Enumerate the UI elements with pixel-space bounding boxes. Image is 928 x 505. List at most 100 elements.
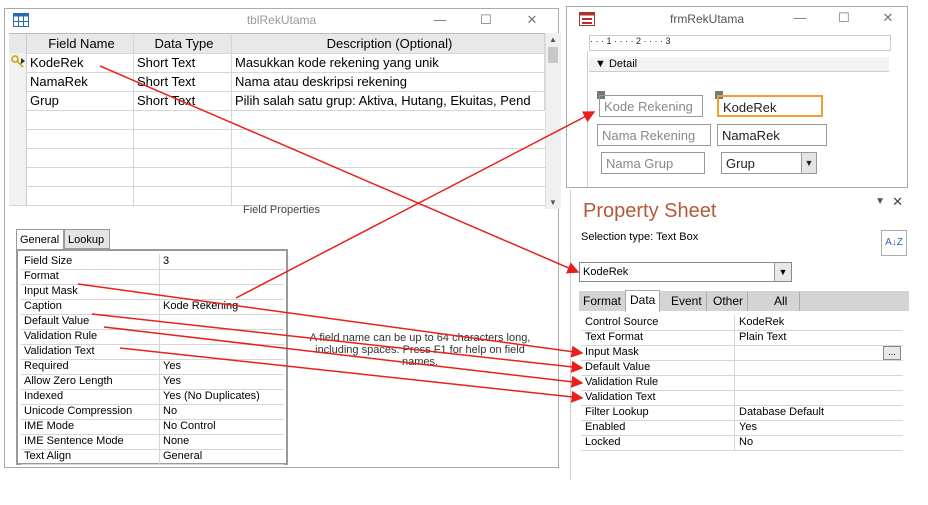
minimize-button[interactable]: — <box>425 11 455 29</box>
field-name-cell[interactable]: Grup <box>27 91 134 110</box>
grid-scrollbar[interactable]: ▲ ▼ <box>545 33 561 209</box>
property-row[interactable]: IME Sentence Mode None <box>21 434 284 450</box>
property-row[interactable]: Text Format Plain Text <box>581 330 903 346</box>
property-value[interactable]: No Control <box>159 419 287 434</box>
row-selector[interactable] <box>9 72 27 91</box>
property-row[interactable]: IME Mode No Control <box>21 419 284 435</box>
table-row-empty[interactable] <box>9 148 545 168</box>
property-row[interactable]: Locked No <box>581 435 903 451</box>
property-row[interactable]: Validation Rule <box>21 329 284 345</box>
tab-lookup[interactable]: Lookup <box>64 229 110 249</box>
table-row-empty[interactable] <box>9 186 545 206</box>
property-value[interactable]: No <box>159 404 287 419</box>
property-row[interactable]: Allow Zero Length Yes <box>21 374 284 390</box>
row-selector[interactable] <box>9 53 27 72</box>
tab-event[interactable]: Event <box>667 292 707 311</box>
property-value[interactable]: Yes <box>159 359 287 374</box>
property-value[interactable]: 3 <box>159 254 287 269</box>
row-selector[interactable] <box>9 186 27 205</box>
row-selector[interactable] <box>9 110 27 129</box>
close-button[interactable]: ✕ <box>517 11 547 29</box>
row-selector[interactable] <box>9 91 27 110</box>
close-button[interactable]: ✕ <box>873 9 903 27</box>
property-value[interactable]: No <box>734 435 899 450</box>
property-row[interactable]: Field Size 3 <box>21 254 284 270</box>
build-button[interactable]: ... <box>883 346 901 360</box>
field-name-cell[interactable]: KodeRek <box>27 53 134 72</box>
property-value[interactable]: Database Default <box>734 405 899 420</box>
property-row[interactable]: Default Value <box>21 314 284 330</box>
scroll-thumb[interactable] <box>548 47 558 63</box>
chevron-down-icon[interactable]: ▼ <box>875 196 885 207</box>
property-row[interactable]: Indexed Yes (No Duplicates) <box>21 389 284 405</box>
property-value[interactable] <box>734 375 899 390</box>
property-value[interactable] <box>159 284 287 299</box>
property-value[interactable] <box>159 269 287 284</box>
property-row[interactable]: Text Align General <box>21 449 284 465</box>
tab-all[interactable]: All <box>762 292 801 311</box>
property-row[interactable]: Validation Rule <box>581 375 903 391</box>
tab-data[interactable]: Data <box>625 290 661 312</box>
table-row[interactable]: Grup Short Text Pilih salah satu grup: A… <box>9 91 545 111</box>
tab-general[interactable]: General <box>16 229 64 251</box>
data-type-cell[interactable]: Short Text <box>134 72 232 91</box>
property-value[interactable]: General <box>159 449 287 464</box>
detail-section-bar[interactable]: ▼ Detail <box>589 57 889 72</box>
scroll-up-icon[interactable]: ▲ <box>549 35 557 44</box>
label-nama-rekening[interactable]: Nama Rekening <box>597 124 711 146</box>
property-row[interactable]: Enabled Yes <box>581 420 903 436</box>
property-value[interactable] <box>734 345 899 360</box>
row-selector[interactable] <box>9 129 27 148</box>
table-row-empty[interactable] <box>9 167 545 187</box>
property-row[interactable]: Control Source KodeRek <box>581 315 903 331</box>
property-row[interactable]: Input Mask... <box>581 345 903 361</box>
property-row[interactable]: Default Value <box>581 360 903 376</box>
property-value[interactable]: KodeRek <box>734 315 899 330</box>
property-row[interactable]: Validation Text <box>21 344 284 360</box>
label-kode-rekening[interactable]: Kode Rekening <box>599 95 703 117</box>
property-value[interactable]: Plain Text <box>734 330 899 345</box>
property-row[interactable]: Format <box>21 269 284 285</box>
description-cell[interactable]: Pilih salah satu grup: Aktiva, Hutang, E… <box>232 91 545 110</box>
description-cell[interactable]: Nama atau deskripsi rekening <box>232 72 545 91</box>
property-value[interactable] <box>734 360 899 375</box>
property-value[interactable]: Yes <box>159 374 287 389</box>
property-row[interactable]: Input Mask <box>21 284 284 300</box>
selection-combobox[interactable]: KodeRek ▼ <box>579 262 792 282</box>
sort-icon[interactable]: A↓Z <box>881 230 907 256</box>
property-value[interactable] <box>159 314 287 329</box>
row-selector[interactable] <box>9 148 27 167</box>
property-row[interactable]: Caption Kode Rekening <box>21 299 284 315</box>
textbox-koderek[interactable]: KodeRek <box>717 95 823 117</box>
field-name-cell[interactable]: NamaRek <box>27 72 134 91</box>
property-row[interactable]: Required Yes <box>21 359 284 375</box>
chevron-down-icon[interactable]: ▼ <box>774 263 791 281</box>
minimize-button[interactable]: — <box>785 9 815 27</box>
property-row[interactable]: Unicode Compression No <box>21 404 284 420</box>
table-row-empty[interactable] <box>9 110 545 130</box>
description-cell[interactable]: Masukkan kode rekening yang unik <box>232 53 545 72</box>
tab-format[interactable]: Format <box>579 292 627 311</box>
property-row[interactable]: Filter Lookup Database Default <box>581 405 903 421</box>
label-nama-grup[interactable]: Nama Grup <box>601 152 705 174</box>
table-row[interactable]: NamaRek Short Text Nama atau deskripsi r… <box>9 72 545 92</box>
table-row[interactable]: KodeRek Short Text Masukkan kode rekenin… <box>9 53 545 73</box>
maximize-button[interactable]: ☐ <box>471 11 501 29</box>
close-icon[interactable]: ✕ <box>892 194 903 210</box>
combobox-grup[interactable]: Grup ▼ <box>721 152 817 174</box>
data-type-cell[interactable]: Short Text <box>134 91 232 110</box>
table-row-empty[interactable] <box>9 129 545 149</box>
property-value[interactable]: Kode Rekening <box>159 299 287 314</box>
property-value[interactable]: Yes <box>734 420 899 435</box>
row-selector[interactable] <box>9 167 27 186</box>
maximize-button[interactable]: ☐ <box>829 9 859 27</box>
chevron-down-icon[interactable]: ▼ <box>801 153 816 173</box>
property-value[interactable] <box>159 329 287 344</box>
property-row[interactable]: Validation Text <box>581 390 903 406</box>
data-type-cell[interactable]: Short Text <box>134 53 232 72</box>
property-value[interactable] <box>734 390 899 405</box>
textbox-namarek[interactable]: NamaRek <box>717 124 827 146</box>
property-value[interactable]: Yes (No Duplicates) <box>159 389 287 404</box>
tab-other[interactable]: Other <box>709 292 749 311</box>
property-value[interactable] <box>159 344 287 359</box>
